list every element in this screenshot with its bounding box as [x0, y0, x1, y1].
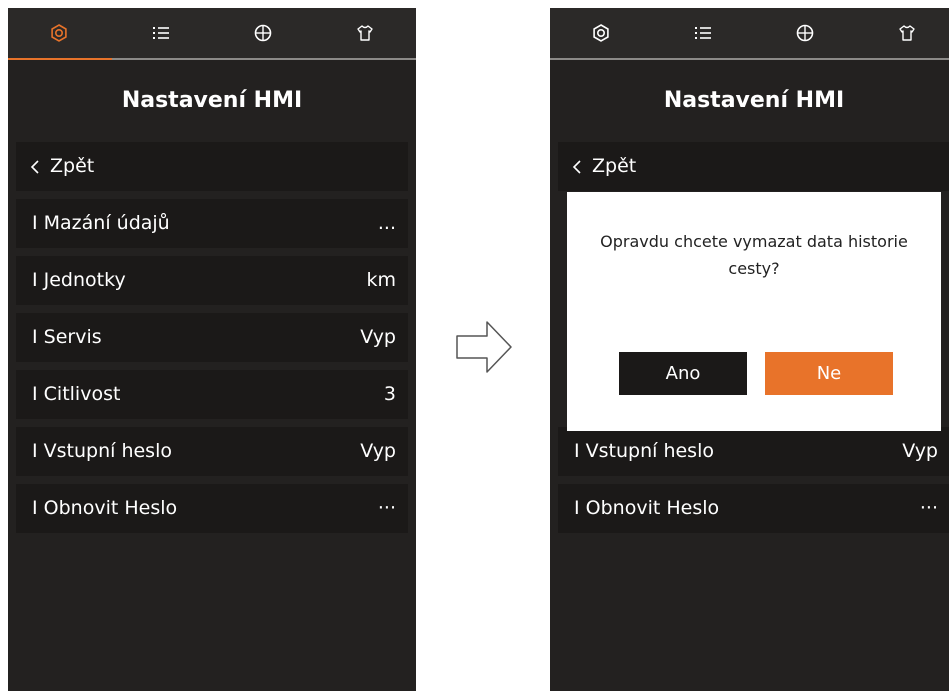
menu-item-value: ···	[919, 497, 938, 519]
menu-item-value: Vyp	[902, 440, 938, 462]
chevron-left-icon	[30, 160, 39, 174]
dialog-message-line2: cesty?	[728, 259, 780, 278]
menu-item-reset-password[interactable]: I Obnovit Heslo ···	[16, 484, 408, 533]
dialog-message-line1: Opravdu chcete vymazat data historie	[600, 232, 908, 251]
menu-item-value: Vyp	[360, 440, 396, 462]
menu-item-label: I Servis	[32, 326, 102, 348]
no-button[interactable]: Ne	[765, 352, 893, 395]
gear-icon	[593, 24, 609, 42]
page-title: Nastavení HMI	[663, 88, 845, 113]
tab-language[interactable]	[754, 8, 856, 58]
tab-list[interactable]	[652, 8, 754, 58]
menu-item-label: I Obnovit Heslo	[574, 497, 720, 519]
menu-item-label: I Mazání údajů	[32, 212, 170, 234]
back-label: Zpět	[592, 155, 637, 177]
menu-item-value: Vyp	[360, 326, 396, 348]
back-label: Zpět	[50, 155, 95, 177]
confirm-dialog: Opravdu chcete vymazat data historie ces…	[567, 192, 941, 431]
chevron-left-icon	[572, 160, 581, 174]
shirt-icon	[357, 25, 373, 41]
tab-bar	[550, 8, 949, 60]
tab-language[interactable]	[212, 8, 314, 58]
screen-after: Nastavení HMI Zpět I Vstupní heslo Vyp I…	[550, 8, 949, 691]
menu-item-label: I Vstupní heslo	[574, 440, 714, 462]
transition-arrow-icon	[456, 321, 512, 373]
menu-item-value: km	[366, 269, 396, 291]
menu-item-entry-password[interactable]: I Vstupní heslo Vyp	[16, 427, 408, 476]
tab-theme[interactable]	[856, 8, 949, 58]
menu-item-units[interactable]: I Jednotky km	[16, 256, 408, 305]
tab-bar-divider	[550, 58, 949, 60]
list-icon	[153, 27, 169, 39]
dialog-message: Opravdu chcete vymazat data historie ces…	[579, 228, 929, 282]
menu-item-label: I Citlivost	[32, 383, 121, 405]
page-title: Nastavení HMI	[121, 88, 303, 113]
tab-bar	[8, 8, 416, 60]
yes-button[interactable]: Ano	[619, 352, 747, 395]
menu-item-value: ...	[377, 212, 396, 234]
menu-item-entry-password[interactable]: I Vstupní heslo Vyp	[558, 427, 949, 476]
back-button[interactable]: Zpět	[558, 142, 949, 191]
shirt-icon	[899, 25, 915, 41]
menu-item-value: ···	[377, 497, 396, 519]
globe-icon	[796, 24, 814, 42]
tab-theme[interactable]	[314, 8, 416, 58]
gear-icon	[51, 24, 67, 42]
menu-item-label: I Jednotky	[32, 269, 126, 291]
menu-item-data-clear[interactable]: I Mazání údajů ...	[16, 199, 408, 248]
menu-item-reset-password[interactable]: I Obnovit Heslo ···	[558, 484, 949, 533]
menu-item-label: I Obnovit Heslo	[32, 497, 178, 519]
list-icon	[695, 27, 711, 39]
menu-item-service[interactable]: I Servis Vyp	[16, 313, 408, 362]
globe-icon	[254, 24, 272, 42]
back-button[interactable]: Zpět	[16, 142, 408, 191]
tab-list[interactable]	[110, 8, 212, 58]
menu-item-sensitivity[interactable]: I Citlivost 3	[16, 370, 408, 419]
screen-before: Nastavení HMI Zpět I Mazání údajů ... I …	[8, 8, 416, 691]
menu-item-label: I Vstupní heslo	[32, 440, 172, 462]
tab-settings[interactable]	[8, 8, 110, 58]
active-tab-indicator	[8, 58, 112, 60]
tab-settings[interactable]	[550, 8, 652, 58]
menu-item-value: 3	[383, 383, 396, 405]
